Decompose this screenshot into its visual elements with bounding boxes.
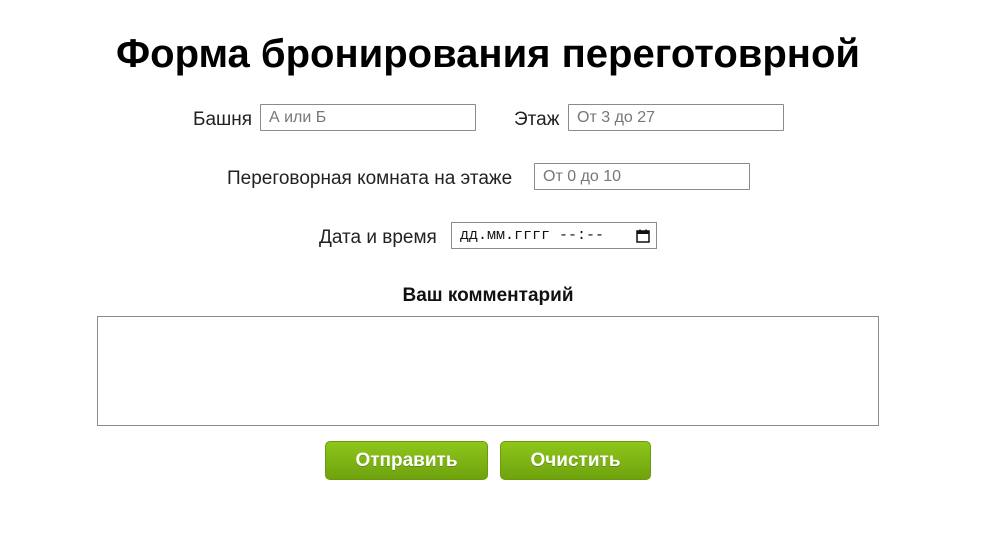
datetime-input[interactable]: дд.мм.гггг --:-- — [451, 222, 657, 249]
comment-textarea[interactable] — [97, 316, 879, 426]
tower-label: Башня — [193, 109, 253, 130]
page-title: Форма бронирования переготоврной — [116, 32, 860, 76]
clear-button[interactable]: Очистить — [500, 441, 651, 480]
datetime-value: дд.мм.гггг --:-- — [460, 227, 605, 244]
calendar-icon[interactable] — [636, 229, 650, 243]
submit-button[interactable]: Отправить — [325, 441, 488, 480]
room-label: Переговорная комната на этаже — [227, 168, 513, 189]
room-input[interactable] — [534, 163, 750, 190]
datetime-label: Дата и время — [319, 227, 437, 248]
comment-label: Ваш комментарий — [402, 285, 574, 306]
floor-label: Этаж — [514, 109, 560, 130]
tower-input[interactable] — [260, 104, 476, 131]
floor-input[interactable] — [568, 104, 784, 131]
